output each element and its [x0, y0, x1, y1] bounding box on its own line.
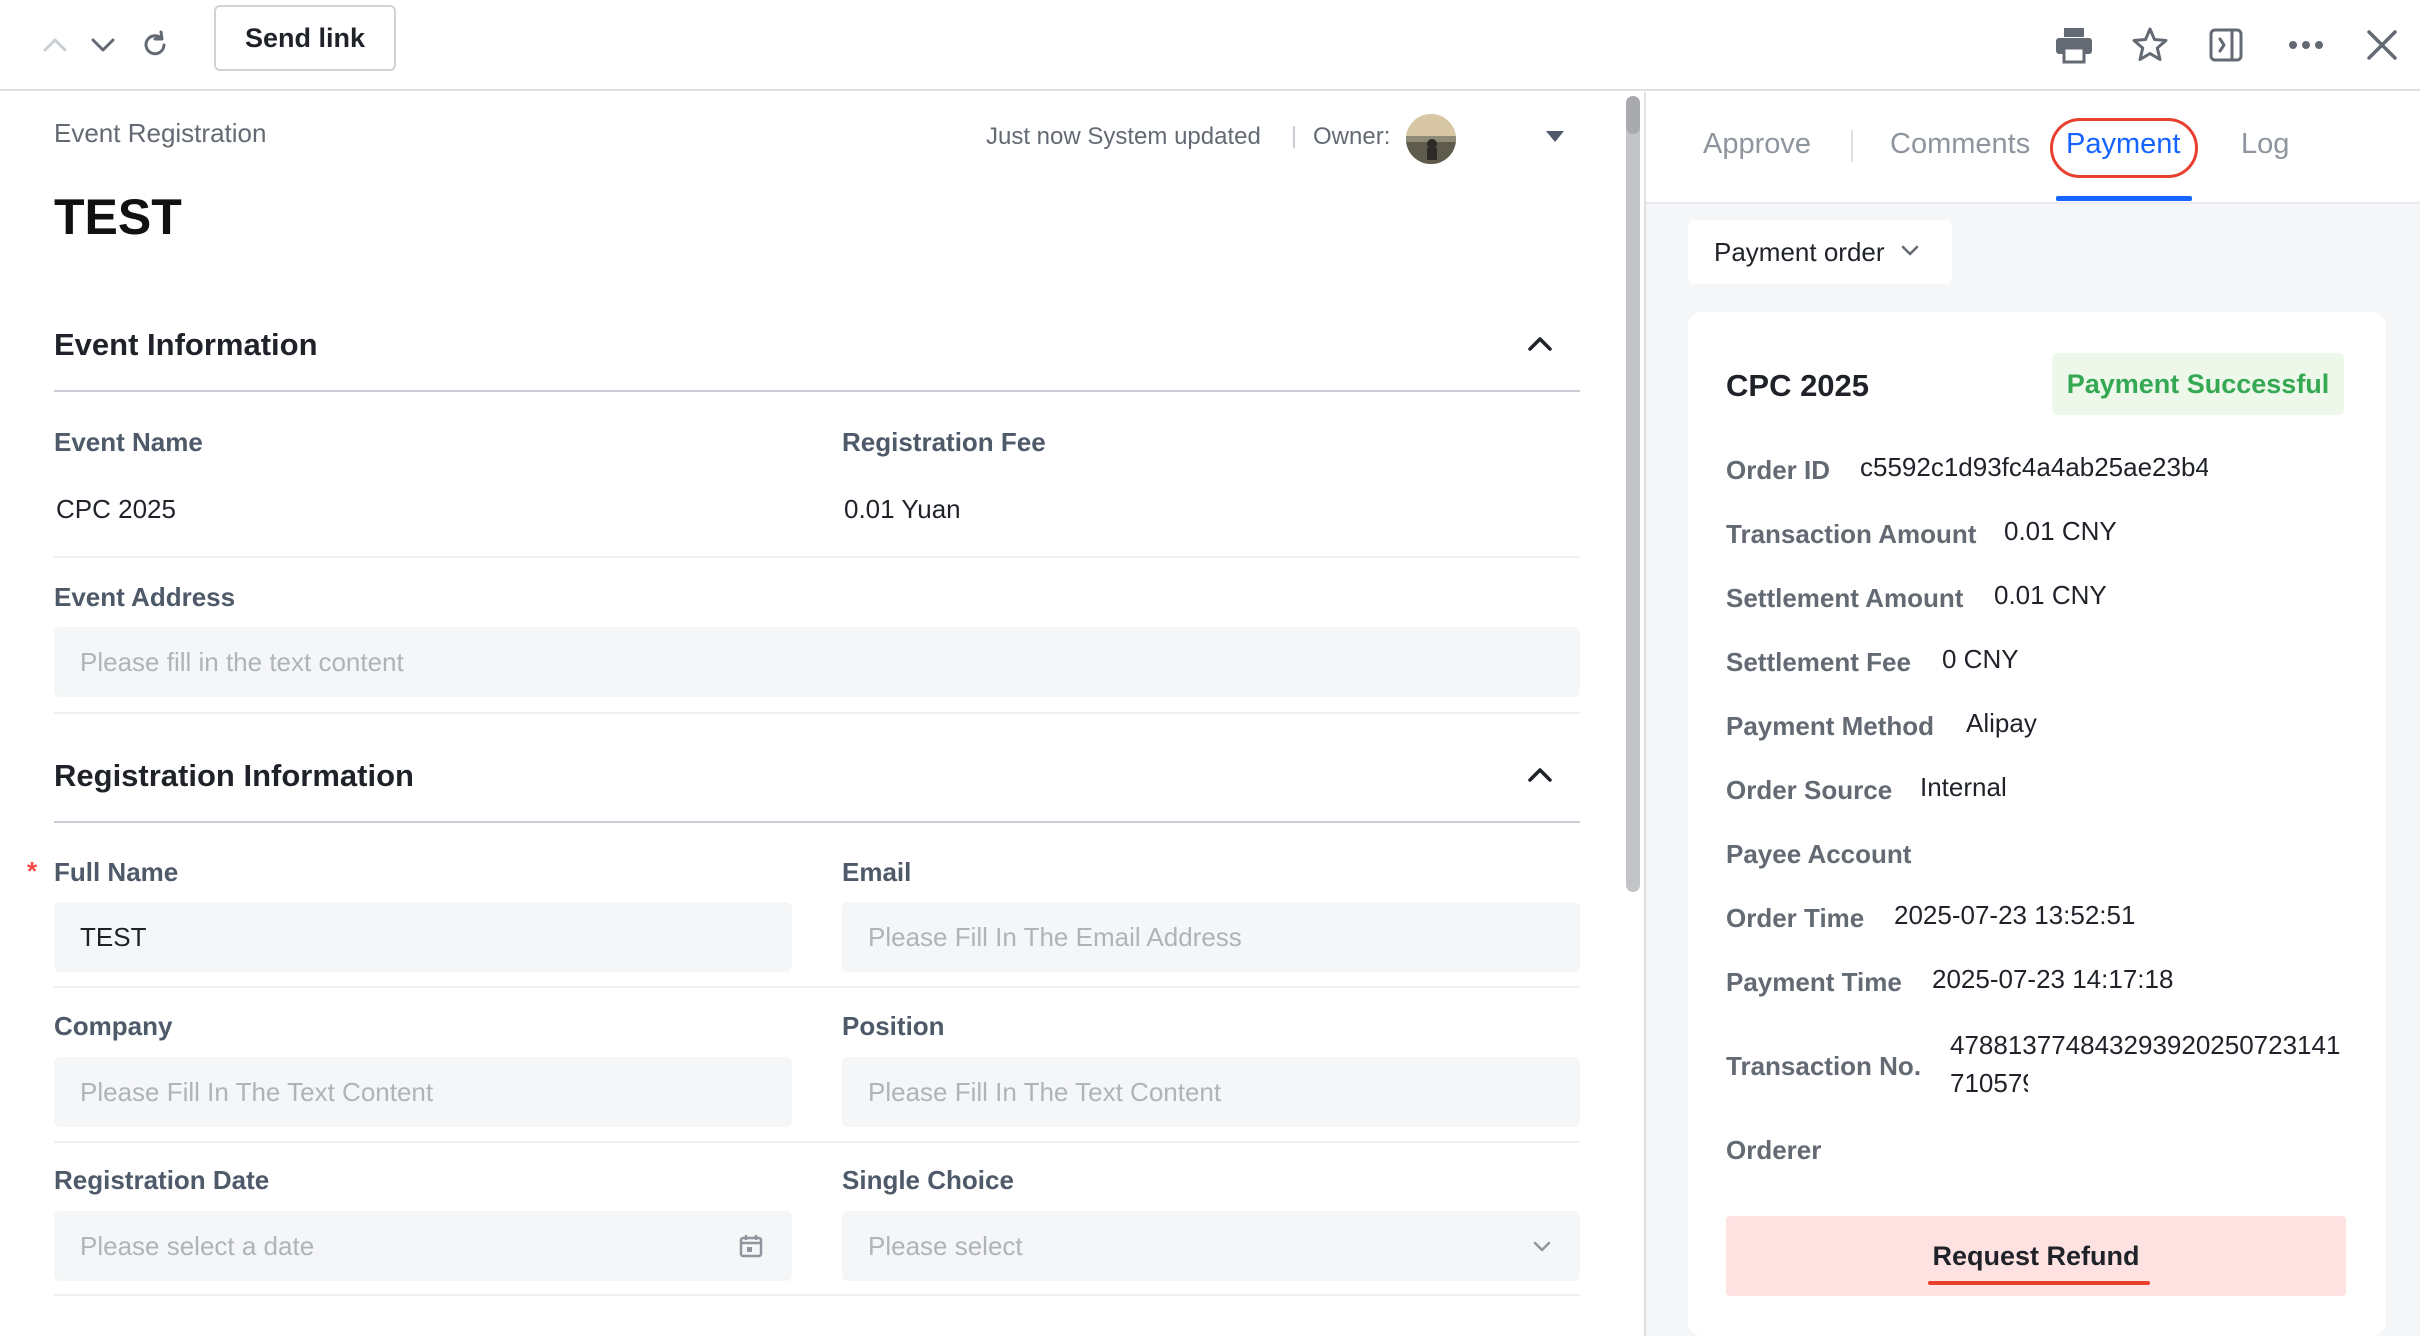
order-id-value: c5592c1d93fc4a4ab25ae23b4 — [1860, 452, 2208, 482]
section-divider — [54, 821, 1580, 823]
vertical-scrollbar[interactable] — [1626, 96, 1640, 892]
avatar[interactable] — [1406, 114, 1456, 164]
tab-separator — [1851, 130, 1853, 162]
row-divider — [54, 556, 1580, 558]
settlement-amount-label: Settlement Amount — [1726, 583, 1964, 613]
order-source-value: Internal — [1920, 772, 2007, 802]
position-input[interactable]: Please Fill In The Text Content — [842, 1057, 1580, 1127]
full-name-input[interactable]: TEST — [54, 902, 792, 972]
full-name-label: Full Name — [54, 857, 179, 887]
section-title-event-information: Event Information — [54, 327, 318, 362]
calendar-icon[interactable] — [738, 1233, 764, 1266]
position-label: Position — [842, 1011, 945, 1041]
tabs-divider — [1646, 202, 2420, 204]
chevron-down-icon[interactable] — [80, 22, 126, 68]
star-icon[interactable] — [2122, 17, 2178, 73]
owner-dropdown-caret-icon[interactable] — [1546, 131, 1564, 142]
registration-fee-value: 0.01 Yuan — [844, 494, 961, 524]
payment-order-dropdown[interactable]: Payment order — [1688, 220, 1952, 284]
print-icon[interactable] — [2046, 17, 2102, 73]
company-input[interactable]: Please Fill In The Text Content — [54, 1057, 792, 1127]
orderer-label: Orderer — [1726, 1135, 1822, 1165]
company-label: Company — [54, 1011, 173, 1041]
event-address-input[interactable]: Please fill in the text content — [54, 627, 1580, 697]
row-divider — [54, 986, 1580, 988]
order-source-label: Order Source — [1726, 775, 1893, 805]
payment-time-value: 2025-07-23 14:17:18 — [1932, 964, 2174, 994]
single-choice-label: Single Choice — [842, 1165, 1014, 1195]
required-asterisk: * — [27, 856, 38, 886]
email-label: Email — [842, 857, 912, 887]
row-divider — [54, 1141, 1580, 1143]
single-choice-placeholder: Please select — [868, 1230, 1023, 1261]
collapse-event-information-icon[interactable] — [1522, 326, 1558, 362]
chevron-down-icon — [1530, 1234, 1554, 1265]
transaction-no-value-line1: 478813774843293920250723141 — [1950, 1030, 2341, 1060]
tab-approve[interactable]: Approve — [1703, 128, 1811, 161]
payment-time-label: Payment Time — [1726, 967, 1902, 997]
tab-comments[interactable]: Comments — [1890, 128, 2030, 161]
order-id-label: Order ID — [1726, 455, 1831, 485]
meta-divider — [1293, 126, 1295, 148]
event-name-label: Event Name — [54, 427, 203, 457]
updated-status: Just now System updated — [986, 123, 1261, 150]
close-icon[interactable] — [2354, 17, 2410, 73]
top-toolbar: Send link — [0, 0, 2420, 91]
scrollbar-thumb[interactable] — [1626, 96, 1640, 134]
breadcrumb[interactable]: Event Registration — [54, 118, 266, 149]
row-divider — [54, 712, 1580, 714]
settlement-fee-value: 0 CNY — [1942, 644, 2019, 674]
refund-annotation-underline — [1928, 1281, 2150, 1285]
settlement-amount-value: 0.01 CNY — [1994, 580, 2107, 610]
payment-tab-annotation-circle — [2050, 118, 2198, 178]
tab-log[interactable]: Log — [2241, 128, 2289, 161]
status-badge: Payment Successful — [2052, 353, 2344, 415]
chevron-up-icon[interactable] — [32, 22, 78, 68]
send-link-button[interactable]: Send link — [214, 5, 396, 71]
payment-method-label: Payment Method — [1726, 711, 1935, 741]
active-tab-indicator — [2056, 196, 2192, 201]
registration-fee-label: Registration Fee — [842, 427, 1046, 457]
chevron-down-icon — [1899, 237, 1921, 268]
more-icon[interactable] — [2278, 17, 2334, 73]
event-address-label: Event Address — [54, 582, 236, 612]
payment-method-value: Alipay — [1966, 708, 2037, 738]
sidebar-toggle-icon[interactable] — [2198, 17, 2254, 73]
event-name-value: CPC 2025 — [56, 494, 176, 524]
row-divider — [54, 1294, 1580, 1296]
email-input[interactable]: Please Fill In The Email Address — [842, 902, 1580, 972]
owner-label: Owner: — [1313, 123, 1391, 150]
payment-card-title: CPC 2025 — [1726, 368, 1870, 403]
order-time-value: 2025-07-23 13:52:51 — [1894, 900, 2136, 930]
section-divider — [54, 390, 1580, 392]
single-choice-select[interactable]: Please select — [842, 1211, 1580, 1281]
payee-account-label: Payee Account — [1726, 839, 1912, 869]
registration-date-input[interactable]: Please select a date — [54, 1211, 792, 1281]
registration-date-label: Registration Date — [54, 1165, 270, 1195]
transaction-no-label: Transaction No. — [1726, 1051, 1922, 1081]
collapse-registration-information-icon[interactable] — [1522, 757, 1558, 793]
section-title-registration-information: Registration Information — [54, 758, 414, 793]
registration-date-placeholder: Please select a date — [80, 1230, 315, 1261]
payment-order-label: Payment order — [1714, 236, 1885, 267]
transaction-amount-value: 0.01 CNY — [2004, 516, 2117, 546]
transaction-amount-label: Transaction Amount — [1726, 519, 1977, 549]
transaction-no-value-line2: 710579 — [1950, 1068, 2028, 1098]
page-title: TEST — [54, 189, 182, 245]
settlement-fee-label: Settlement Fee — [1726, 647, 1911, 677]
order-time-label: Order Time — [1726, 903, 1865, 933]
refresh-icon[interactable] — [132, 22, 178, 68]
